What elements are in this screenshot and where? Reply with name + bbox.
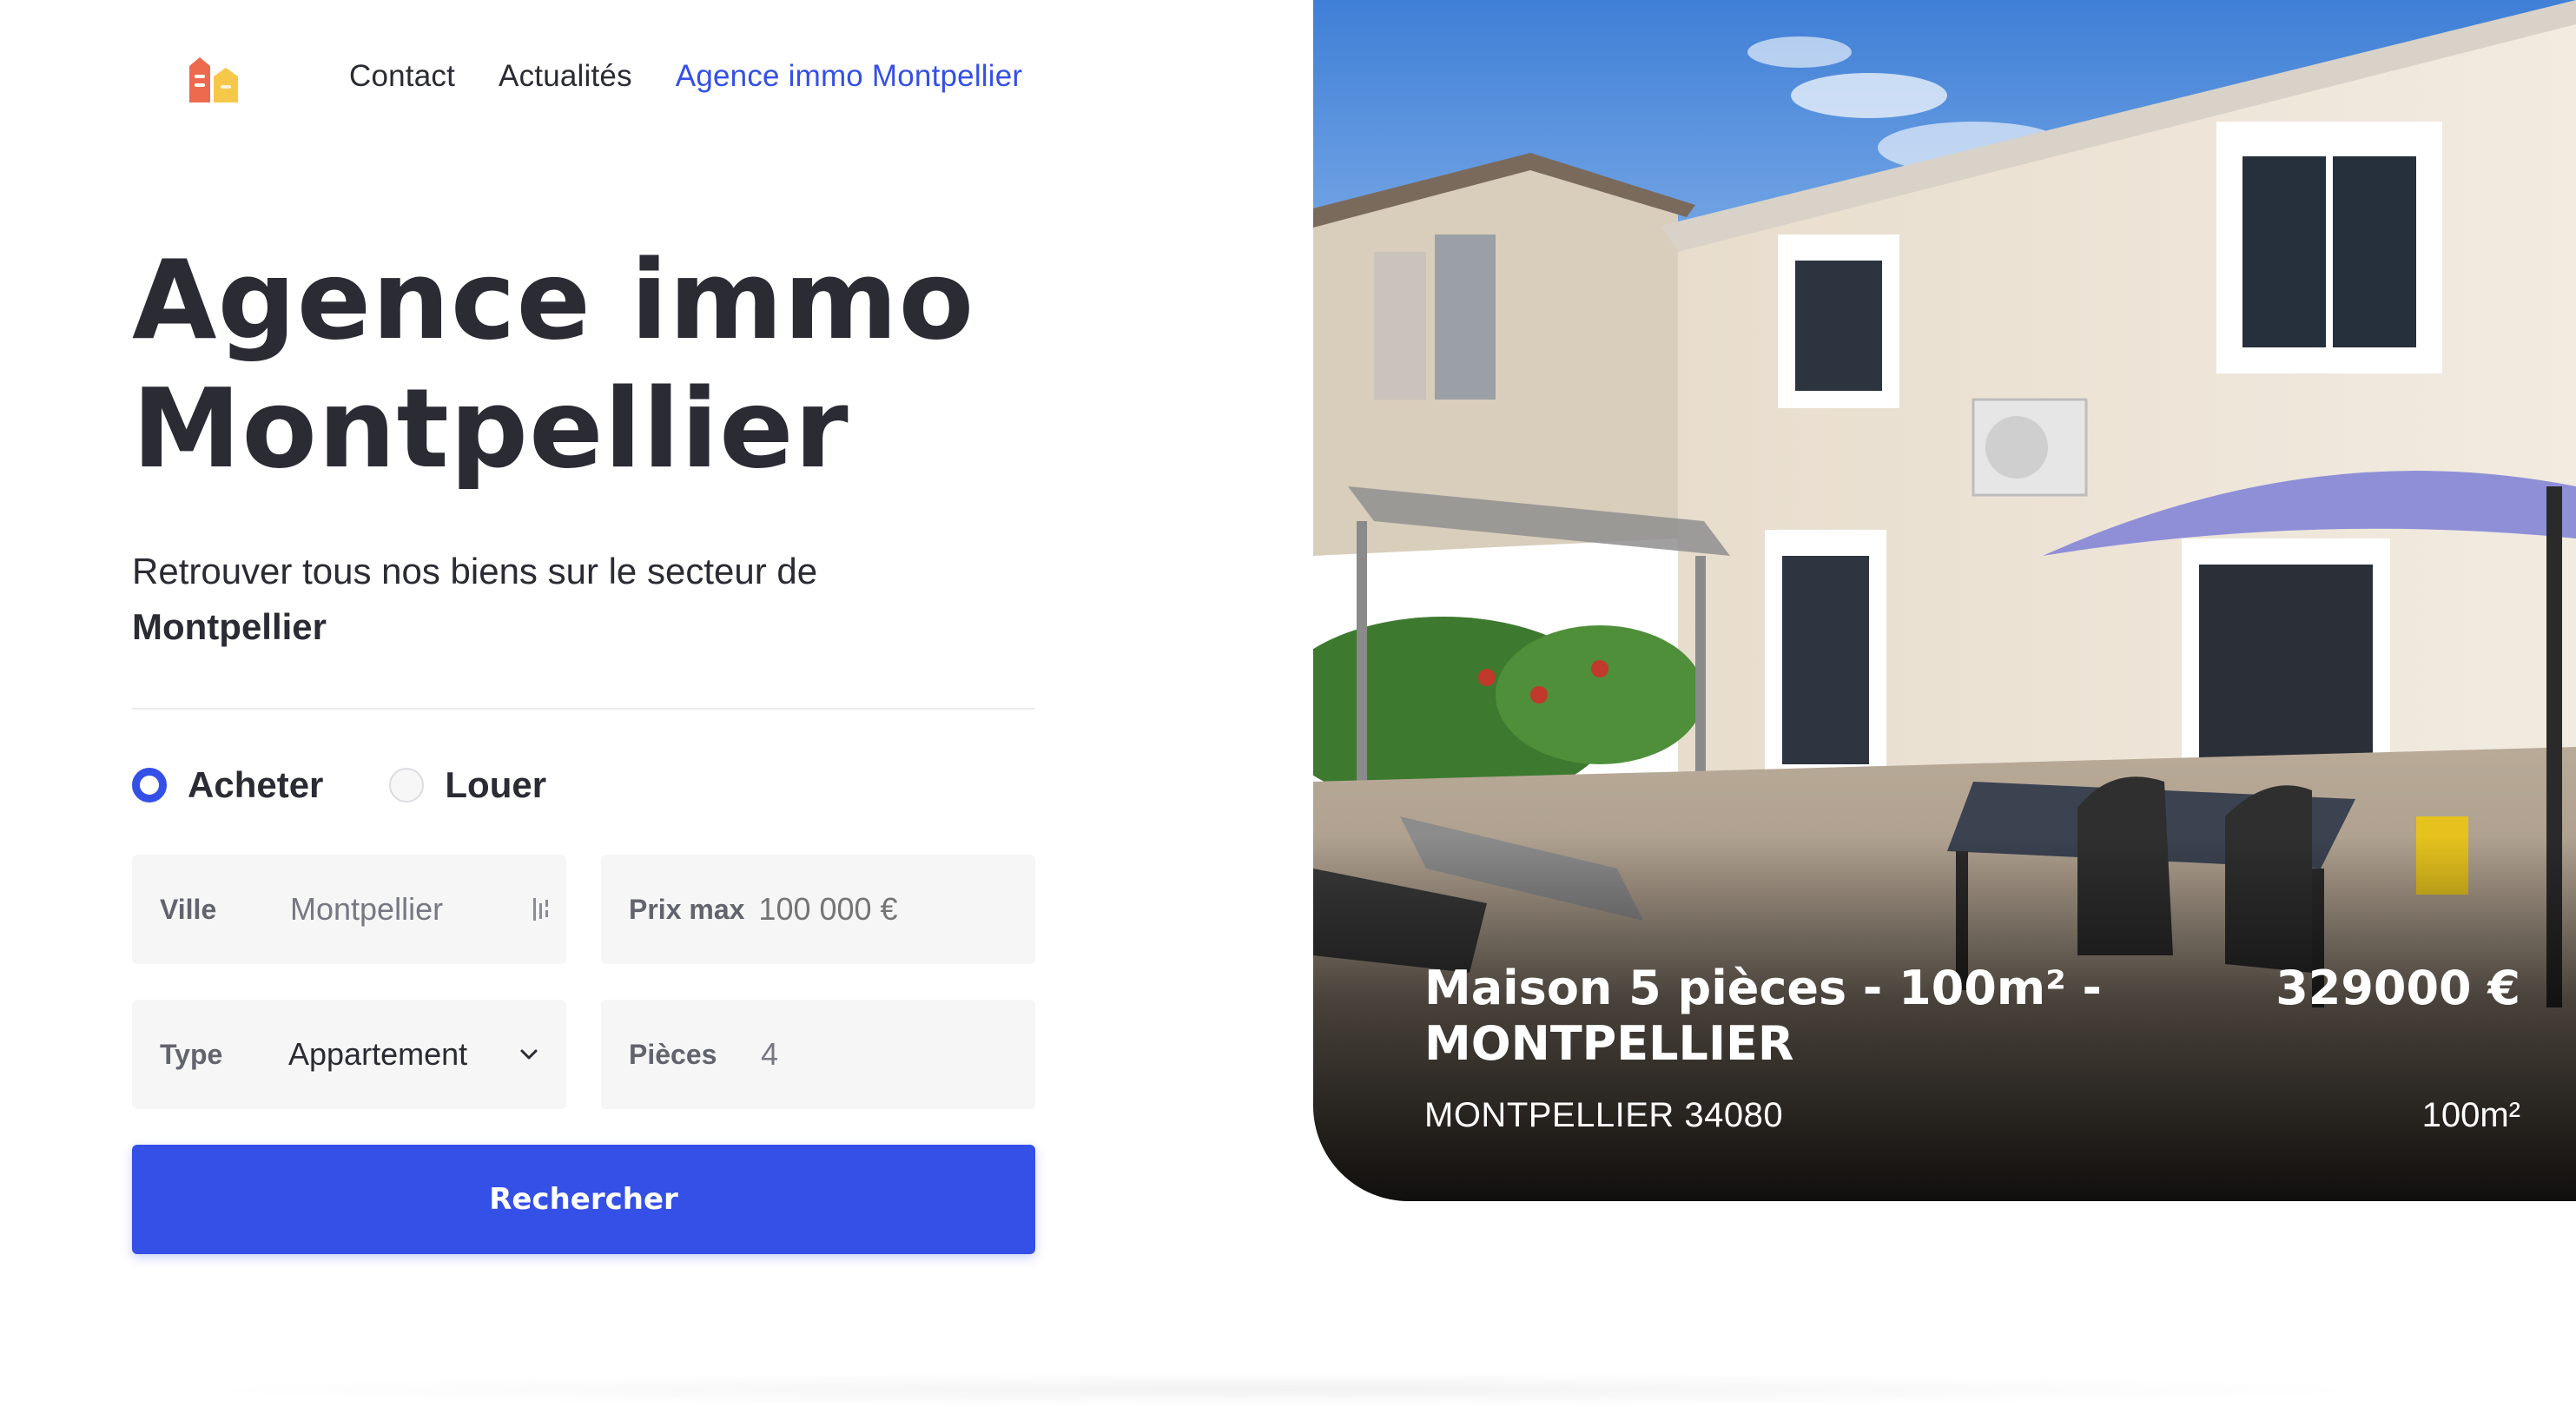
hero-subtitle-text: Retrouver tous nos biens sur le secteur … bbox=[132, 551, 818, 591]
radio-louer-label[interactable]: Louer bbox=[445, 764, 546, 806]
rechercher-button[interactable]: Rechercher bbox=[132, 1145, 1035, 1254]
pieces-label: Pièces bbox=[629, 1038, 717, 1070]
page-title: Agence immo Montpellier bbox=[132, 236, 975, 492]
radio-acheter-label[interactable]: Acheter bbox=[188, 764, 323, 806]
property-area: 100m² bbox=[2421, 1096, 2520, 1134]
section-separator bbox=[174, 1372, 2402, 1407]
hero-subtitle: Retrouver tous nos biens sur le secteur … bbox=[132, 544, 914, 655]
prix-max-field[interactable]: Prix max bbox=[601, 855, 1035, 964]
radio-acheter-indicator[interactable] bbox=[132, 768, 167, 803]
hero-subtitle-city: Montpellier bbox=[132, 606, 327, 647]
property-price: 329000 € bbox=[2275, 961, 2520, 1015]
prix-max-input[interactable] bbox=[758, 891, 985, 928]
brand-logo[interactable] bbox=[184, 54, 245, 104]
list-icon[interactable] bbox=[530, 895, 556, 924]
ville-input[interactable]: Montpellier bbox=[290, 891, 443, 928]
ville-field[interactable]: Ville Montpellier bbox=[132, 855, 566, 964]
radio-louer-indicator[interactable] bbox=[389, 768, 425, 803]
type-select[interactable]: Type Appartement bbox=[132, 1000, 566, 1109]
main-nav: Contact Actualités Agence immo Montpelli… bbox=[349, 59, 1022, 94]
nav-actualites[interactable]: Actualités bbox=[499, 59, 632, 94]
featured-property-card[interactable]: Maison 5 pièces - 100m² - MONTPELLIER 32… bbox=[1313, 0, 2576, 1201]
ville-label: Ville bbox=[160, 893, 217, 925]
divider bbox=[132, 708, 1035, 710]
house-logo-icon bbox=[189, 57, 238, 102]
type-value[interactable]: Appartement bbox=[288, 1036, 467, 1073]
radio-acheter[interactable]: Acheter bbox=[132, 764, 323, 806]
pieces-input[interactable]: 4 bbox=[761, 1036, 778, 1073]
chevron-down-icon[interactable] bbox=[518, 1043, 540, 1066]
radio-louer[interactable]: Louer bbox=[389, 764, 546, 806]
type-label: Type bbox=[160, 1038, 223, 1070]
nav-contact[interactable]: Contact bbox=[349, 59, 455, 94]
pieces-field[interactable]: Pièces 4 bbox=[601, 1000, 1035, 1109]
transaction-type-group: Acheter Louer bbox=[132, 764, 546, 806]
property-address: MONTPELLIER 34080 bbox=[1424, 1096, 1784, 1134]
nav-agence-immo-montpellier[interactable]: Agence immo Montpellier bbox=[676, 59, 1023, 94]
prix-max-label: Prix max bbox=[629, 893, 745, 925]
property-title[interactable]: Maison 5 pièces - 100m² - MONTPELLIER bbox=[1424, 961, 2171, 1072]
